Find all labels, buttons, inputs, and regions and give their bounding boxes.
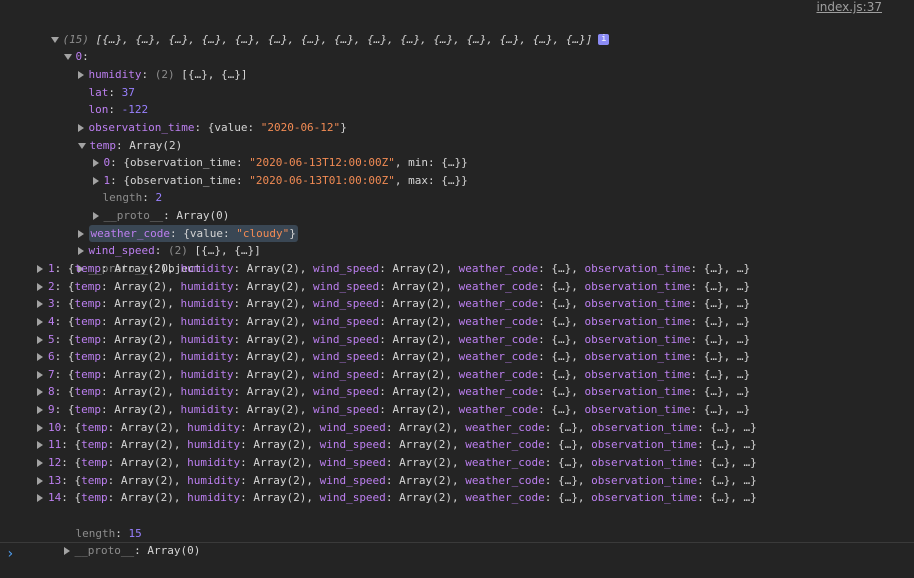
collapse-triangle-icon[interactable] xyxy=(37,264,43,273)
array-item-row[interactable]: 2: {temp: Array(2), humidity: Array(2), … xyxy=(0,278,914,296)
collapse-triangle-icon[interactable] xyxy=(37,476,43,485)
array-item-row[interactable]: 14: {temp: Array(2), humidity: Array(2),… xyxy=(0,489,914,507)
lat-row: lat: 37 xyxy=(88,85,135,99)
weather-code-row[interactable]: weather_code: {value: "cloudy"} xyxy=(0,207,914,242)
collapse-triangle-icon[interactable] xyxy=(37,300,43,309)
item-0-row[interactable]: 0: xyxy=(0,31,914,63)
array-item-row[interactable]: 4: {temp: Array(2), humidity: Array(2), … xyxy=(0,313,914,331)
collapse-triangle-icon[interactable] xyxy=(37,370,43,379)
array-item-row[interactable]: 1: {temp: Array(2), humidity: Array(2), … xyxy=(0,260,914,278)
collapse-triangle-icon[interactable] xyxy=(37,353,43,362)
source-link[interactable]: index.js:37 xyxy=(816,0,882,14)
collapse-triangle-icon[interactable] xyxy=(37,441,43,450)
console-input[interactable]: › xyxy=(0,542,914,565)
array-length-row: length: 15 xyxy=(75,526,142,540)
array-item-row[interactable]: 10: {temp: Array(2), humidity: Array(2),… xyxy=(0,419,914,437)
humidity-row[interactable]: humidity: (2) [{…}, {…}] xyxy=(0,48,914,81)
temp-length-row: length: 2 xyxy=(102,191,163,205)
array-item-row[interactable]: 8: {temp: Array(2), humidity: Array(2), … xyxy=(0,383,914,401)
array-item-row[interactable]: 11: {temp: Array(2), humidity: Array(2),… xyxy=(0,436,914,454)
array-item-row[interactable]: 3: {temp: Array(2), humidity: Array(2), … xyxy=(0,295,914,313)
array-root-row[interactable]: (15) [{…}, {…}, {…}, {…}, {…}, {…}, {…},… xyxy=(0,13,914,46)
temp-row[interactable]: temp: Array(2) xyxy=(0,119,914,152)
collapse-triangle-icon[interactable] xyxy=(37,459,43,468)
collapse-triangle-icon[interactable] xyxy=(37,494,43,503)
lon-row: lon: -122 xyxy=(88,103,149,117)
array-item-row[interactable]: 7: {temp: Array(2), humidity: Array(2), … xyxy=(0,366,914,384)
item-0-proto-row[interactable]: __proto__: Object xyxy=(0,242,914,275)
array-item-row[interactable]: 9: {temp: Array(2), humidity: Array(2), … xyxy=(0,401,914,419)
array-item-row[interactable]: 6: {temp: Array(2), humidity: Array(2), … xyxy=(0,348,914,366)
temp-proto-row[interactable]: __proto__: Array(0) xyxy=(0,189,914,222)
collapse-triangle-icon[interactable] xyxy=(37,282,43,291)
array-item-row[interactable]: 12: {temp: Array(2), humidity: Array(2),… xyxy=(0,454,914,472)
collapse-triangle-icon[interactable] xyxy=(37,423,43,432)
array-item-row[interactable]: 5: {temp: Array(2), humidity: Array(2), … xyxy=(0,331,914,349)
array-item-row[interactable]: 13: {temp: Array(2), humidity: Array(2),… xyxy=(0,472,914,490)
collapse-triangle-icon[interactable] xyxy=(37,335,43,344)
wind-speed-row[interactable]: wind_speed: (2) [{…}, {…}] xyxy=(0,225,914,257)
array-items: 1: {temp: Array(2), humidity: Array(2), … xyxy=(0,260,914,507)
collapse-triangle-icon[interactable] xyxy=(37,406,43,415)
observation-time-row[interactable]: observation_time: {value: "2020-06-12"} xyxy=(0,101,914,134)
collapse-triangle-icon[interactable] xyxy=(37,317,43,326)
array-proto-row[interactable]: __proto__: Array(0) xyxy=(0,525,914,557)
console-output: (15) [{…}, {…}, {…}, {…}, {…}, {…}, {…},… xyxy=(0,13,914,557)
temp-item-0-row[interactable]: 0: {observation_time: "2020-06-13T12:00:… xyxy=(0,136,914,169)
collapse-triangle-icon[interactable] xyxy=(37,388,43,397)
prompt-chevron-icon: › xyxy=(6,546,15,562)
temp-item-1-row[interactable]: 1: {observation_time: "2020-06-13T01:00:… xyxy=(0,154,914,187)
